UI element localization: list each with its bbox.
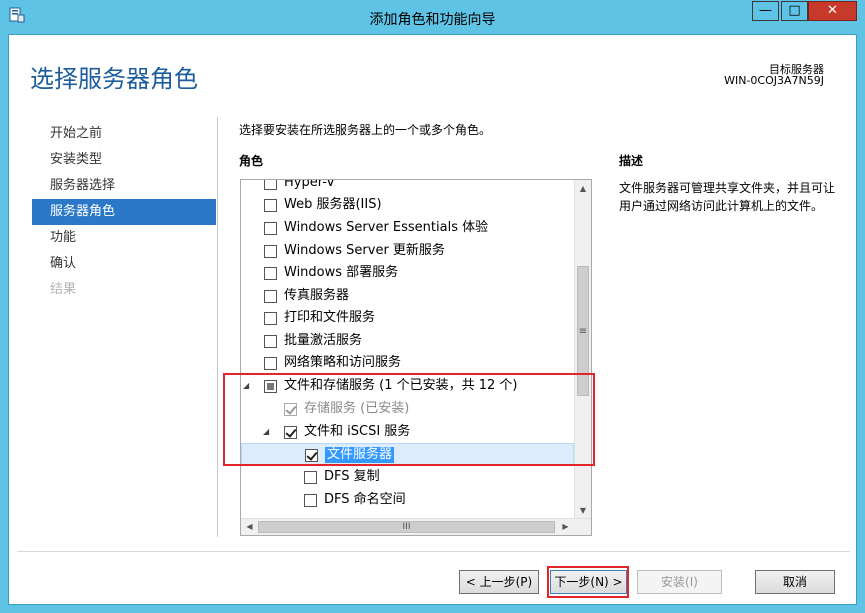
nav-item-server-roles[interactable]: 服务器角色 bbox=[32, 199, 216, 225]
wizard-nav: 开始之前 安装类型 服务器选择 服务器角色 功能 确认 结果 bbox=[32, 121, 216, 303]
footer-separator bbox=[17, 551, 850, 552]
highlight-annotation-next bbox=[547, 566, 629, 598]
install-button: 安装(I) bbox=[637, 570, 722, 594]
horizontal-scrollbar[interactable]: ◀ III ▶ bbox=[241, 518, 591, 535]
previous-button[interactable]: < 上一步(P) bbox=[459, 570, 539, 594]
role-label: 网络策略和访问服务 bbox=[284, 355, 402, 370]
role-checkbox[interactable] bbox=[264, 199, 277, 212]
wizard-client-area: 选择服务器角色 目标服务器 WIN-0COJ3A7N59J 开始之前 安装类型 … bbox=[8, 34, 857, 605]
nav-item-confirmation[interactable]: 确认 bbox=[32, 251, 216, 277]
scroll-left-arrow-icon[interactable]: ◀ bbox=[241, 519, 258, 535]
role-label: Hyper-V bbox=[284, 179, 336, 190]
role-label: 传真服务器 bbox=[284, 288, 350, 303]
tree-row[interactable]: 传真服务器 bbox=[241, 285, 574, 307]
description-heading: 描述 bbox=[619, 154, 644, 168]
roles-heading: 角色 bbox=[239, 154, 264, 168]
role-label: Windows Server Essentials 体验 bbox=[284, 220, 489, 235]
role-checkbox[interactable] bbox=[304, 471, 317, 484]
tree-row[interactable]: DFS 复制 bbox=[241, 466, 574, 488]
instruction-text: 选择要安装在所选服务器上的一个或多个角色。 bbox=[239, 123, 492, 137]
tree-row[interactable]: Hyper-V bbox=[241, 179, 574, 194]
role-checkbox[interactable] bbox=[264, 245, 277, 258]
vertical-scrollbar[interactable]: ▲ ≡ ▼ bbox=[574, 180, 591, 519]
minimize-button[interactable]: — bbox=[752, 1, 779, 21]
role-checkbox[interactable] bbox=[264, 222, 277, 235]
role-label: 打印和文件服务 bbox=[284, 310, 376, 325]
description-text: 文件服务器可管理共享文件夹，并且可让用户通过网络访问此计算机上的文件。 bbox=[619, 181, 836, 213]
scroll-down-arrow-icon[interactable]: ▼ bbox=[575, 502, 591, 519]
page-title: 选择服务器角色 bbox=[30, 65, 198, 93]
role-label: Windows 部署服务 bbox=[284, 265, 399, 280]
window-title: 添加角色和功能向导 bbox=[369, 12, 496, 28]
title-bar: 添加角色和功能向导 — □ ✕ bbox=[0, 0, 865, 34]
highlight-annotation-file-services bbox=[223, 373, 595, 466]
scroll-up-arrow-icon[interactable]: ▲ bbox=[575, 180, 591, 197]
cancel-button[interactable]: 取消 bbox=[755, 570, 835, 594]
tree-row[interactable]: 批量激活服务 bbox=[241, 330, 574, 352]
nav-item-features[interactable]: 功能 bbox=[32, 225, 216, 251]
nav-divider bbox=[217, 117, 218, 537]
tree-row[interactable]: Web 服务器(IIS) bbox=[241, 194, 574, 216]
wizard-window: 添加角色和功能向导 — □ ✕ 选择服务器角色 目标服务器 WIN-0COJ3A… bbox=[0, 0, 865, 613]
role-label: Web 服务器(IIS) bbox=[284, 197, 382, 212]
close-button[interactable]: ✕ bbox=[808, 1, 857, 21]
destination-server-name: WIN-0COJ3A7N59J bbox=[724, 74, 824, 87]
role-checkbox[interactable] bbox=[264, 335, 277, 348]
role-label: DFS 复制 bbox=[324, 469, 380, 484]
role-checkbox[interactable] bbox=[304, 494, 317, 507]
role-checkbox[interactable] bbox=[264, 357, 277, 370]
tree-row[interactable]: DFS 命名空间 bbox=[241, 489, 574, 511]
nav-item-before-you-begin[interactable]: 开始之前 bbox=[32, 121, 216, 147]
role-label: Windows Server 更新服务 bbox=[284, 243, 445, 258]
tree-row[interactable]: Windows 部署服务 bbox=[241, 262, 574, 284]
role-checkbox[interactable] bbox=[264, 312, 277, 325]
nav-item-server-selection[interactable]: 服务器选择 bbox=[32, 173, 216, 199]
roles-tree[interactable]: Hyper-V Web 服务器(IIS) Windows Server Essent… bbox=[240, 179, 592, 536]
tree-row[interactable]: 打印和文件服务 bbox=[241, 307, 574, 329]
scroll-right-arrow-icon[interactable]: ▶ bbox=[557, 519, 574, 535]
maximize-button[interactable]: □ bbox=[781, 1, 808, 21]
role-label: DFS 命名空间 bbox=[324, 492, 406, 507]
nav-item-installation-type[interactable]: 安装类型 bbox=[32, 147, 216, 173]
nav-item-results: 结果 bbox=[50, 282, 77, 297]
horizontal-scroll-thumb[interactable]: III bbox=[258, 521, 555, 533]
role-checkbox[interactable] bbox=[264, 267, 277, 280]
tree-row[interactable]: Windows Server Essentials 体验 bbox=[241, 217, 574, 239]
role-checkbox[interactable] bbox=[264, 290, 277, 303]
tree-row[interactable]: Windows Server 更新服务 bbox=[241, 240, 574, 262]
role-checkbox[interactable] bbox=[264, 180, 277, 190]
role-label: 批量激活服务 bbox=[284, 333, 363, 348]
tree-row[interactable]: 网络策略和访问服务 bbox=[241, 352, 574, 374]
